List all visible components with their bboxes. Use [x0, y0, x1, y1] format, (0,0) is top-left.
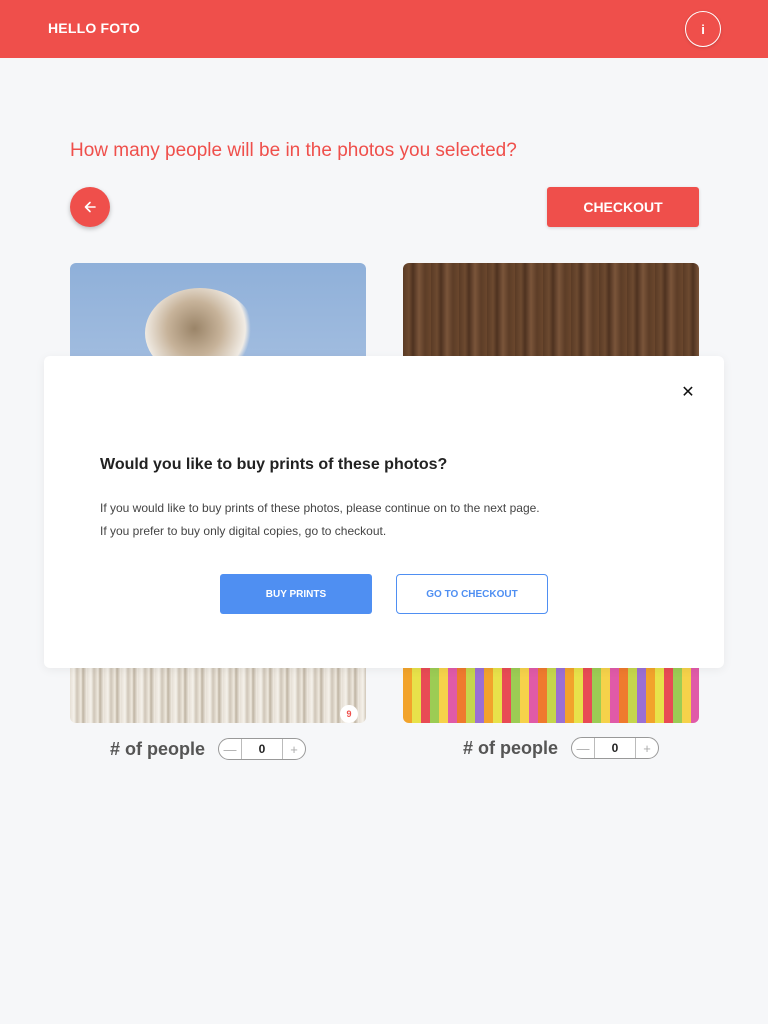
- go-to-checkout-button[interactable]: GO TO CHECKOUT: [396, 574, 548, 614]
- buy-prints-button[interactable]: BUY PRINTS: [220, 574, 372, 614]
- photo-badge: 9: [340, 705, 358, 723]
- prints-modal: ✕ Would you like to buy prints of these …: [44, 356, 724, 668]
- decrement-button[interactable]: —: [572, 738, 594, 758]
- people-count[interactable]: 0: [241, 739, 283, 759]
- people-label: # of people: [463, 738, 559, 758]
- people-stepper: — 0 +: [571, 737, 659, 759]
- increment-button[interactable]: +: [283, 739, 305, 759]
- modal-text-digital: If you prefer to buy only digital copies…: [100, 524, 387, 538]
- page-question: How many people will be in the photos yo…: [70, 140, 517, 161]
- increment-button[interactable]: +: [636, 738, 658, 758]
- people-label: # of people: [110, 739, 206, 759]
- modal-title: Would you like to buy prints of these ph…: [100, 456, 448, 473]
- close-icon[interactable]: ✕: [678, 382, 698, 402]
- checkout-button[interactable]: CHECKOUT: [547, 187, 699, 227]
- info-button[interactable]: i: [685, 11, 721, 47]
- top-bar: HELLO FOTO i: [0, 0, 768, 58]
- modal-text-prints: If you would like to buy prints of these…: [100, 501, 540, 515]
- back-button[interactable]: [70, 187, 110, 227]
- brand-logo[interactable]: HELLO FOTO: [48, 20, 140, 36]
- people-count[interactable]: 0: [594, 738, 636, 758]
- arrow-left-icon: [84, 201, 96, 213]
- people-stepper: — 0 +: [218, 738, 306, 760]
- decrement-button[interactable]: —: [219, 739, 241, 759]
